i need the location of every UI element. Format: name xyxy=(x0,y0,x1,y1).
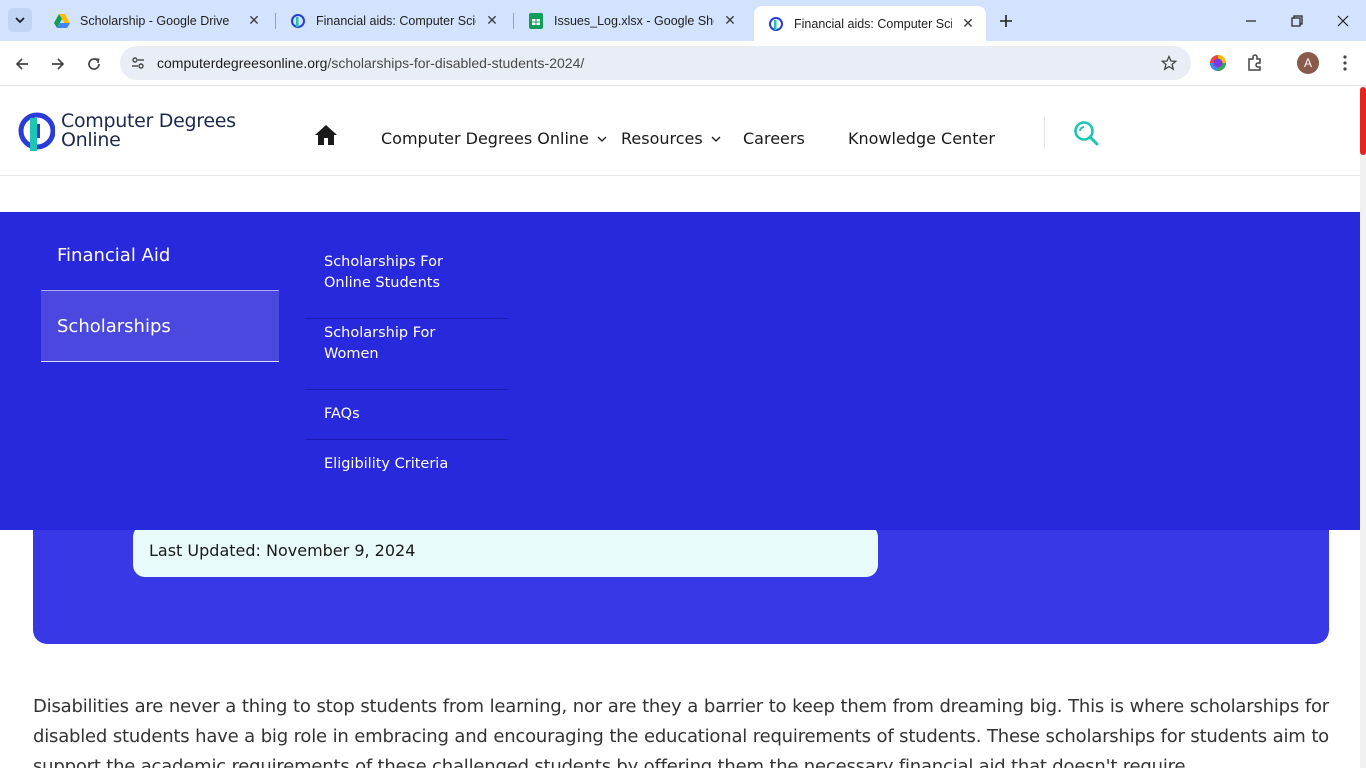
logo-line-2: Online xyxy=(61,129,121,151)
mega-category-scholarships[interactable]: Scholarships xyxy=(41,291,279,362)
profile-avatar[interactable]: A xyxy=(1297,52,1319,74)
close-icon[interactable]: ✕ xyxy=(722,12,738,29)
nav-careers[interactable]: Careers xyxy=(743,129,805,148)
tab-financial-aids-1[interactable]: Financial aids: Computer Scienc ✕ xyxy=(276,0,510,41)
tab-title: Issues_Log.xlsx - Google Sheets xyxy=(554,13,714,28)
site-info-icon[interactable] xyxy=(128,53,148,73)
web-page: Computer Degrees Online Computer Degrees… xyxy=(0,87,1360,768)
restore-icon xyxy=(1291,14,1303,27)
article-intro-paragraph: Disabilities are never a thing to stop s… xyxy=(33,696,1329,768)
chevron-down-icon xyxy=(711,136,721,142)
chevron-down-icon xyxy=(597,136,607,142)
arrow-left-icon xyxy=(15,58,28,70)
bookmark-star-icon[interactable] xyxy=(1159,53,1179,73)
logo-mark-icon xyxy=(18,112,55,151)
reload-icon xyxy=(88,58,100,70)
mega-menu-dropdown: Financial Aid Scholarships Scholarships … xyxy=(0,212,1360,530)
mega-menu-categories: Financial Aid Scholarships xyxy=(41,212,279,362)
close-icon[interactable]: ✕ xyxy=(484,12,500,29)
nav-label: Careers xyxy=(743,129,805,148)
mega-sub-scholarships-online-students[interactable]: Scholarships For Online Students xyxy=(305,248,508,319)
site-header: Computer Degrees Online Computer Degrees… xyxy=(0,87,1360,176)
tab-google-drive[interactable]: Scholarship - Google Drive ✕ xyxy=(40,0,272,41)
mega-sub-faqs[interactable]: FAQs xyxy=(305,390,508,440)
chrome-menu-icon[interactable] xyxy=(1334,52,1356,74)
nav-computer-degrees-online[interactable]: Computer Degrees Online xyxy=(381,129,607,148)
browser-toolbar: computerdegreesonline.org/scholarships-f… xyxy=(0,41,1366,86)
site-logo[interactable]: Computer Degrees Online xyxy=(17,108,236,154)
tab-strip: Scholarship - Google Drive ✕ Financial a… xyxy=(0,0,1366,41)
close-icon[interactable]: ✕ xyxy=(246,12,262,29)
tab-issues-log[interactable]: Issues_Log.xlsx - Google Sheets ✕ xyxy=(514,0,748,41)
url-path: /scholarships-for-disabled-students-2024… xyxy=(327,55,585,71)
new-tab-button[interactable] xyxy=(994,9,1018,33)
nav-label: Knowledge Center xyxy=(848,129,995,148)
site-favicon-icon xyxy=(768,16,784,32)
nav-label: Resources xyxy=(621,129,703,148)
header-divider xyxy=(1044,117,1045,149)
site-favicon-icon xyxy=(290,13,306,29)
nav-knowledge-center[interactable]: Knowledge Center xyxy=(848,129,995,148)
tab-search-button[interactable] xyxy=(8,8,32,32)
extensions-puzzle-icon[interactable] xyxy=(1244,52,1266,74)
minimize-button[interactable] xyxy=(1228,0,1274,41)
mega-sub-scholarship-women[interactable]: Scholarship For Women xyxy=(305,319,508,390)
scrollbar-thumb[interactable] xyxy=(1360,87,1366,155)
forward-button[interactable] xyxy=(43,49,73,79)
back-button[interactable] xyxy=(7,49,37,79)
logo-text: Computer Degrees Online xyxy=(61,112,236,150)
mega-category-financial-aid[interactable]: Financial Aid xyxy=(41,212,279,291)
plus-icon xyxy=(1000,15,1012,27)
chevron-down-icon xyxy=(15,17,25,24)
window-close-button[interactable] xyxy=(1320,0,1366,41)
close-icon xyxy=(1337,15,1349,26)
last-updated: Last Updated: November 9, 2024 xyxy=(133,525,878,577)
url-domain: computerdegreesonline.org xyxy=(157,55,328,71)
tab-title: Financial aids: Computer Scienc xyxy=(794,16,952,31)
google-sheets-icon xyxy=(528,12,544,29)
google-drive-icon xyxy=(54,13,70,29)
extension-color-icon[interactable] xyxy=(1207,52,1229,74)
nav-label: Computer Degrees Online xyxy=(381,129,589,148)
tab-title: Financial aids: Computer Scienc xyxy=(316,13,476,28)
tab-financial-aids-active[interactable]: Financial aids: Computer Scienc ✕ xyxy=(754,6,986,41)
arrow-right-icon xyxy=(52,58,65,70)
mega-menu-subitems: Scholarships For Online Students Scholar… xyxy=(305,248,508,490)
close-icon[interactable]: ✕ xyxy=(960,15,976,32)
page-scrollbar[interactable] xyxy=(1360,87,1366,768)
home-icon[interactable] xyxy=(314,124,338,146)
search-icon[interactable] xyxy=(1073,120,1099,146)
address-bar[interactable]: computerdegreesonline.org/scholarships-f… xyxy=(120,46,1191,80)
mega-sub-eligibility-criteria[interactable]: Eligibility Criteria xyxy=(305,440,508,490)
minimize-icon xyxy=(1246,19,1256,22)
url-text: computerdegreesonline.org/scholarships-f… xyxy=(157,55,584,71)
tab-title: Scholarship - Google Drive xyxy=(80,13,230,28)
reload-button[interactable] xyxy=(79,49,109,79)
restore-button[interactable] xyxy=(1274,0,1320,41)
nav-resources[interactable]: Resources xyxy=(621,129,721,148)
